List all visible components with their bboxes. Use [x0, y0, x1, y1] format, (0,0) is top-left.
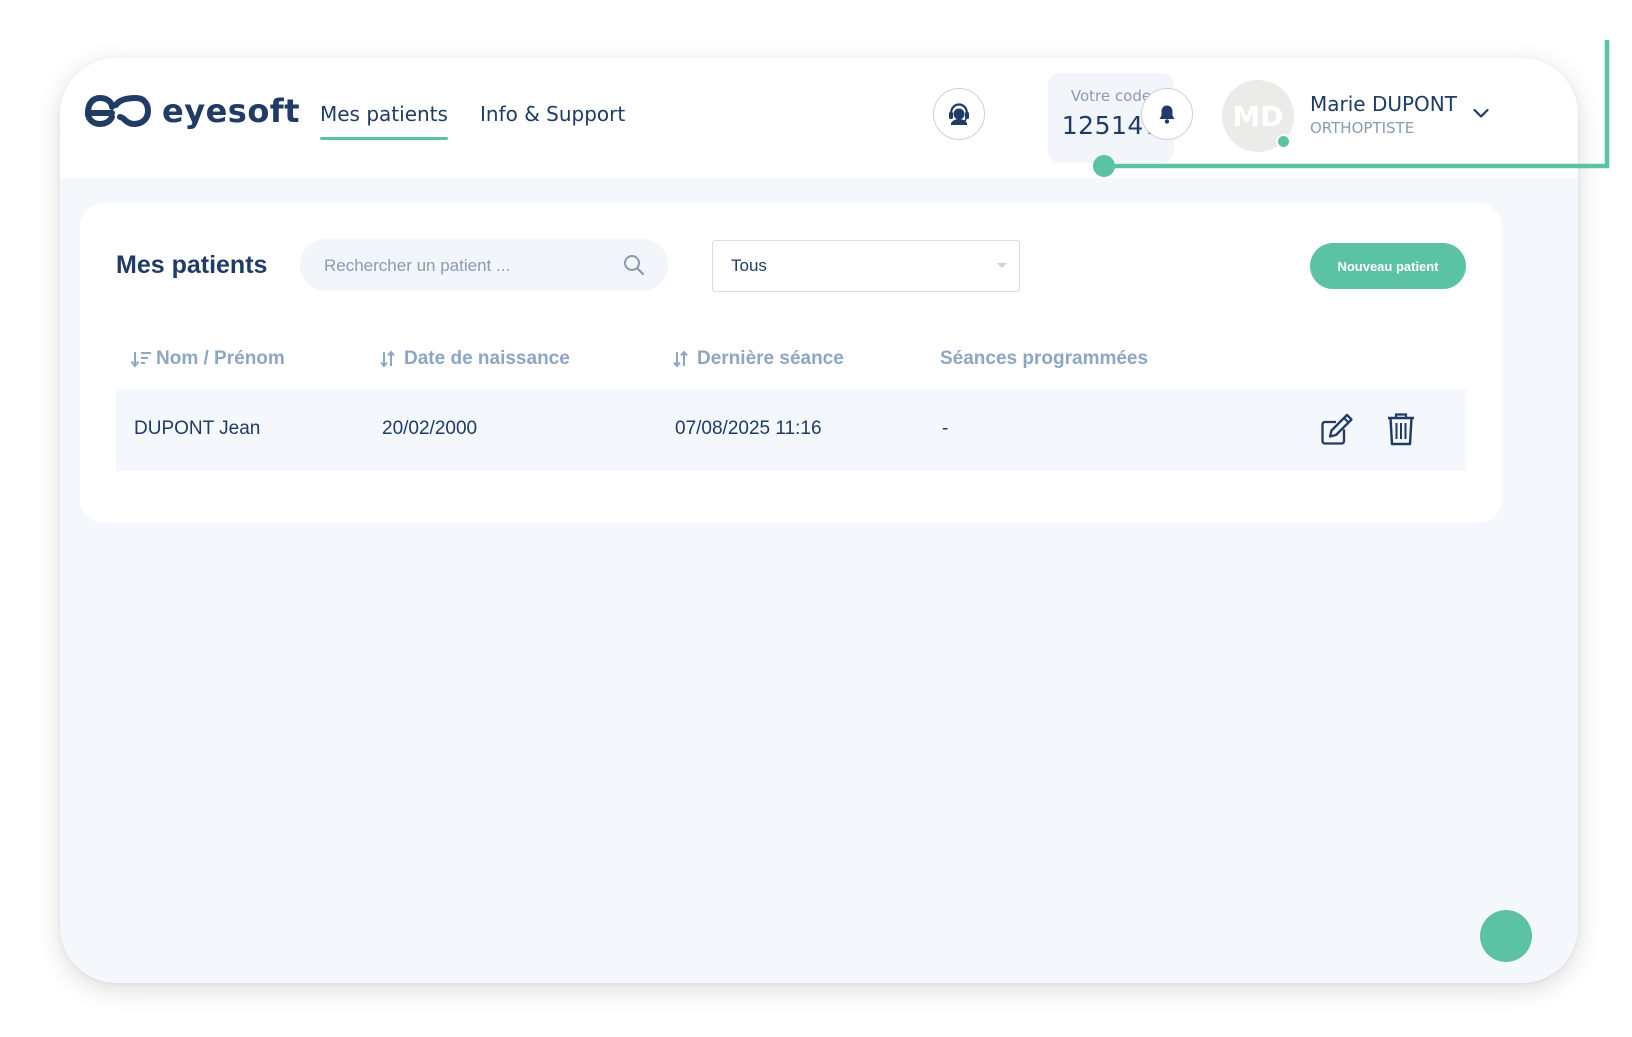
help-bubble[interactable]: [1480, 910, 1532, 962]
search-box: [300, 239, 668, 293]
edit-icon[interactable]: [1318, 410, 1356, 448]
support-button[interactable]: [933, 88, 985, 140]
table-row[interactable]: DUPONT Jean 20/02/2000 07/08/2025 11:16 …: [116, 389, 1466, 471]
logo[interactable]: eyesoft: [82, 92, 300, 130]
cell-name: DUPONT Jean: [134, 418, 261, 439]
column-header-name[interactable]: Nom / Prénom: [130, 348, 285, 370]
search-input[interactable]: [322, 239, 616, 293]
cell-scheduled: -: [942, 418, 949, 439]
column-header-scheduled-label: Séances programmées: [940, 348, 1149, 369]
nav-mes-patients[interactable]: Mes patients: [320, 102, 448, 140]
caret-down-icon: [997, 263, 1007, 268]
user-role: ORTHOPTISTE: [1310, 119, 1415, 137]
filter-select-value: Tous: [731, 256, 767, 275]
support-agent-icon: [949, 103, 969, 125]
app-window: eyesoft Mes patients Info & Support Votr…: [60, 58, 1578, 983]
filter-select[interactable]: Tous: [712, 240, 1020, 292]
sort-icon: [380, 350, 395, 368]
eyesoft-logo-mark-icon: [84, 94, 152, 128]
search-icon[interactable]: [622, 253, 646, 277]
online-status-dot: [1276, 134, 1291, 149]
column-header-scheduled: Séances programmées: [940, 348, 1148, 370]
cell-last-session: 07/08/2025 11:16: [675, 418, 822, 439]
sort-icon: [673, 350, 688, 368]
notifications-button[interactable]: [1141, 88, 1193, 140]
column-header-last-session[interactable]: Dernière séance: [671, 348, 844, 370]
user-name[interactable]: Marie DUPONT: [1310, 92, 1457, 116]
trash-icon[interactable]: [1382, 410, 1420, 448]
logo-text: eyesoft: [162, 92, 301, 130]
column-header-name-label: Nom / Prénom: [156, 348, 285, 369]
column-header-birth-date[interactable]: Date de naissance: [378, 348, 570, 370]
sort-descending-icon: [130, 352, 151, 368]
cell-birth-date: 20/02/2000: [382, 418, 478, 439]
page-title: Mes patients: [116, 251, 268, 279]
top-bar: eyesoft Mes patients Info & Support Votr…: [60, 58, 1578, 178]
chevron-down-icon[interactable]: [1472, 104, 1490, 122]
patients-card: Mes patients Tous Nouveau patient Nom / …: [80, 203, 1502, 523]
column-header-birth-date-label: Date de naissance: [404, 348, 570, 369]
nav-info-support[interactable]: Info & Support: [480, 102, 625, 126]
column-header-last-session-label: Dernière séance: [697, 348, 844, 369]
new-patient-button[interactable]: Nouveau patient: [1310, 243, 1466, 289]
bell-icon: [1159, 105, 1175, 124]
